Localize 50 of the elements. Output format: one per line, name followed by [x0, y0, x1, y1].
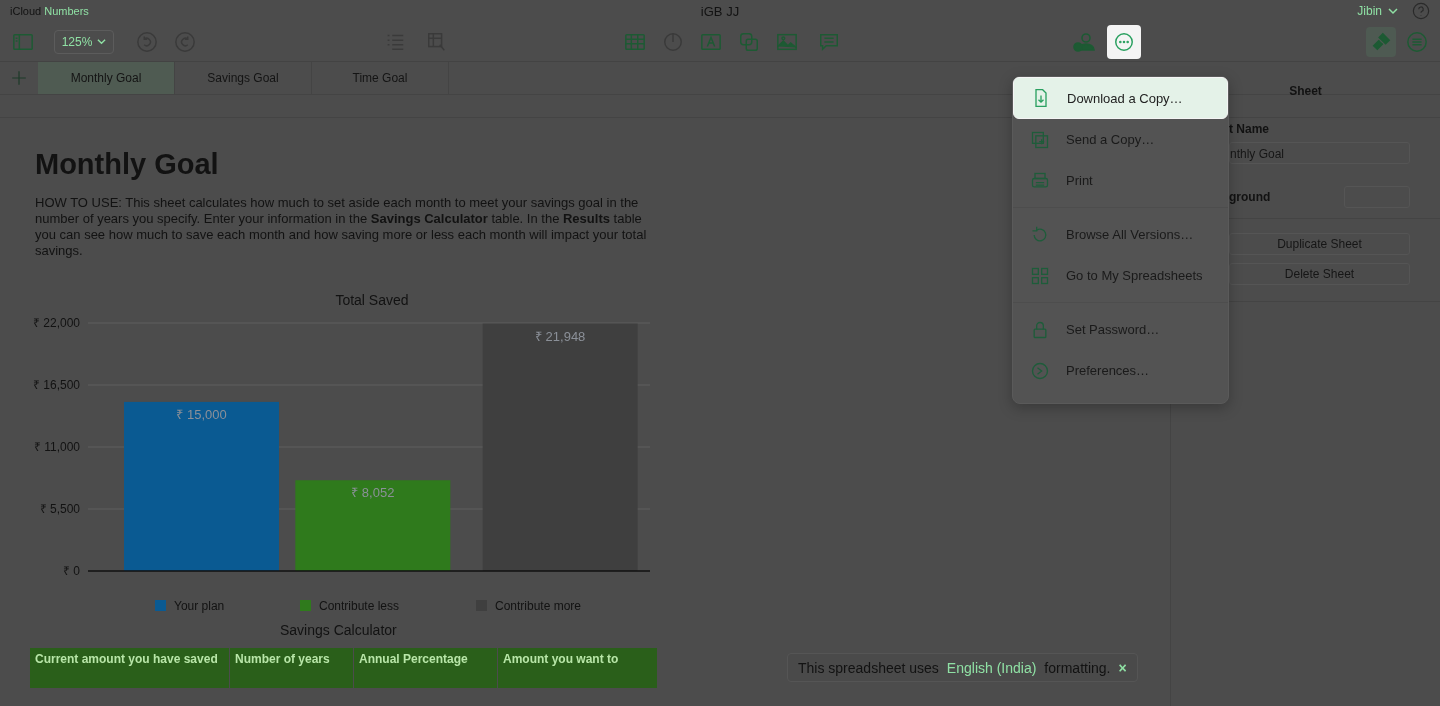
menu-item[interactable]: Send a Copy… — [1013, 119, 1228, 160]
plus-icon — [10, 69, 28, 87]
chevron-down-icon — [1388, 6, 1398, 16]
legend-label: Your plan — [174, 599, 225, 613]
table-header-cell: Current amount you have saved — [30, 648, 230, 688]
table-header-cell: Number of years — [230, 648, 354, 688]
menu-item[interactable]: Set Password… — [1013, 309, 1228, 350]
legend-label: Contribute less — [319, 599, 400, 613]
table-title: Savings Calculator — [280, 622, 398, 638]
notice-text: formatting. — [1044, 659, 1111, 676]
shapes-icon — [738, 30, 760, 53]
axis-label: ₹ 22,000 — [32, 316, 80, 330]
document-title: iGB JJ — [700, 3, 740, 19]
chevron-down-icon — [97, 37, 107, 46]
close-button[interactable]: × — [1118, 659, 1127, 676]
user-menu[interactable]: Jibin — [1357, 4, 1398, 18]
format-button[interactable] — [1366, 26, 1396, 57]
axis-label: ₹ 16,500 — [32, 378, 80, 392]
zoom-dropdown[interactable]: 125% — [54, 29, 114, 54]
field-label: ground — [1229, 190, 1271, 204]
grid-icon — [1030, 265, 1050, 286]
app-name: iCloud Numbers — [10, 5, 89, 17]
more-icon — [1113, 30, 1135, 53]
printer-icon — [1030, 170, 1050, 191]
value-label: ₹ 8,052 — [351, 485, 395, 501]
sheet-tab[interactable]: Monthly Goal — [38, 62, 175, 94]
legend-label: Contribute more — [495, 599, 582, 613]
sheet-tab[interactable]: Savings Goal — [175, 62, 312, 94]
chart-title: Total Saved — [335, 292, 409, 308]
help-icon[interactable] — [1412, 2, 1430, 20]
menu-icon — [1406, 30, 1428, 53]
table-header-cell: Amount you want to — [498, 648, 658, 688]
sheet-tab[interactable]: Time Goal — [312, 62, 449, 94]
play-circle-icon — [1030, 360, 1050, 381]
more-button[interactable] — [1107, 24, 1141, 59]
table-header-cell: Annual Percentage — [354, 648, 498, 688]
menu-item[interactable]: Print — [1013, 160, 1228, 201]
menu-item[interactable]: Download a Copy… — [1013, 77, 1228, 119]
notice-text: This spreadsheet uses — [798, 659, 939, 676]
value-label: ₹ 15,000 — [176, 406, 227, 422]
menu-item[interactable]: Preferences… — [1013, 350, 1228, 391]
menu-item[interactable]: Go to My Spreadsheets — [1013, 255, 1228, 296]
menu-item[interactable]: Browse All Versions… — [1013, 214, 1228, 255]
axis-label: ₹ 11,000 — [33, 440, 80, 454]
sheet-heading: Monthly Goal — [35, 148, 219, 181]
value-label: ₹ 21,948 — [535, 328, 586, 344]
copy-plus-icon — [1030, 129, 1050, 150]
paintbrush-icon — [1370, 30, 1392, 53]
locale-link[interactable]: English (India) — [946, 659, 1037, 676]
axis-label: ₹ 5,500 — [39, 502, 80, 516]
